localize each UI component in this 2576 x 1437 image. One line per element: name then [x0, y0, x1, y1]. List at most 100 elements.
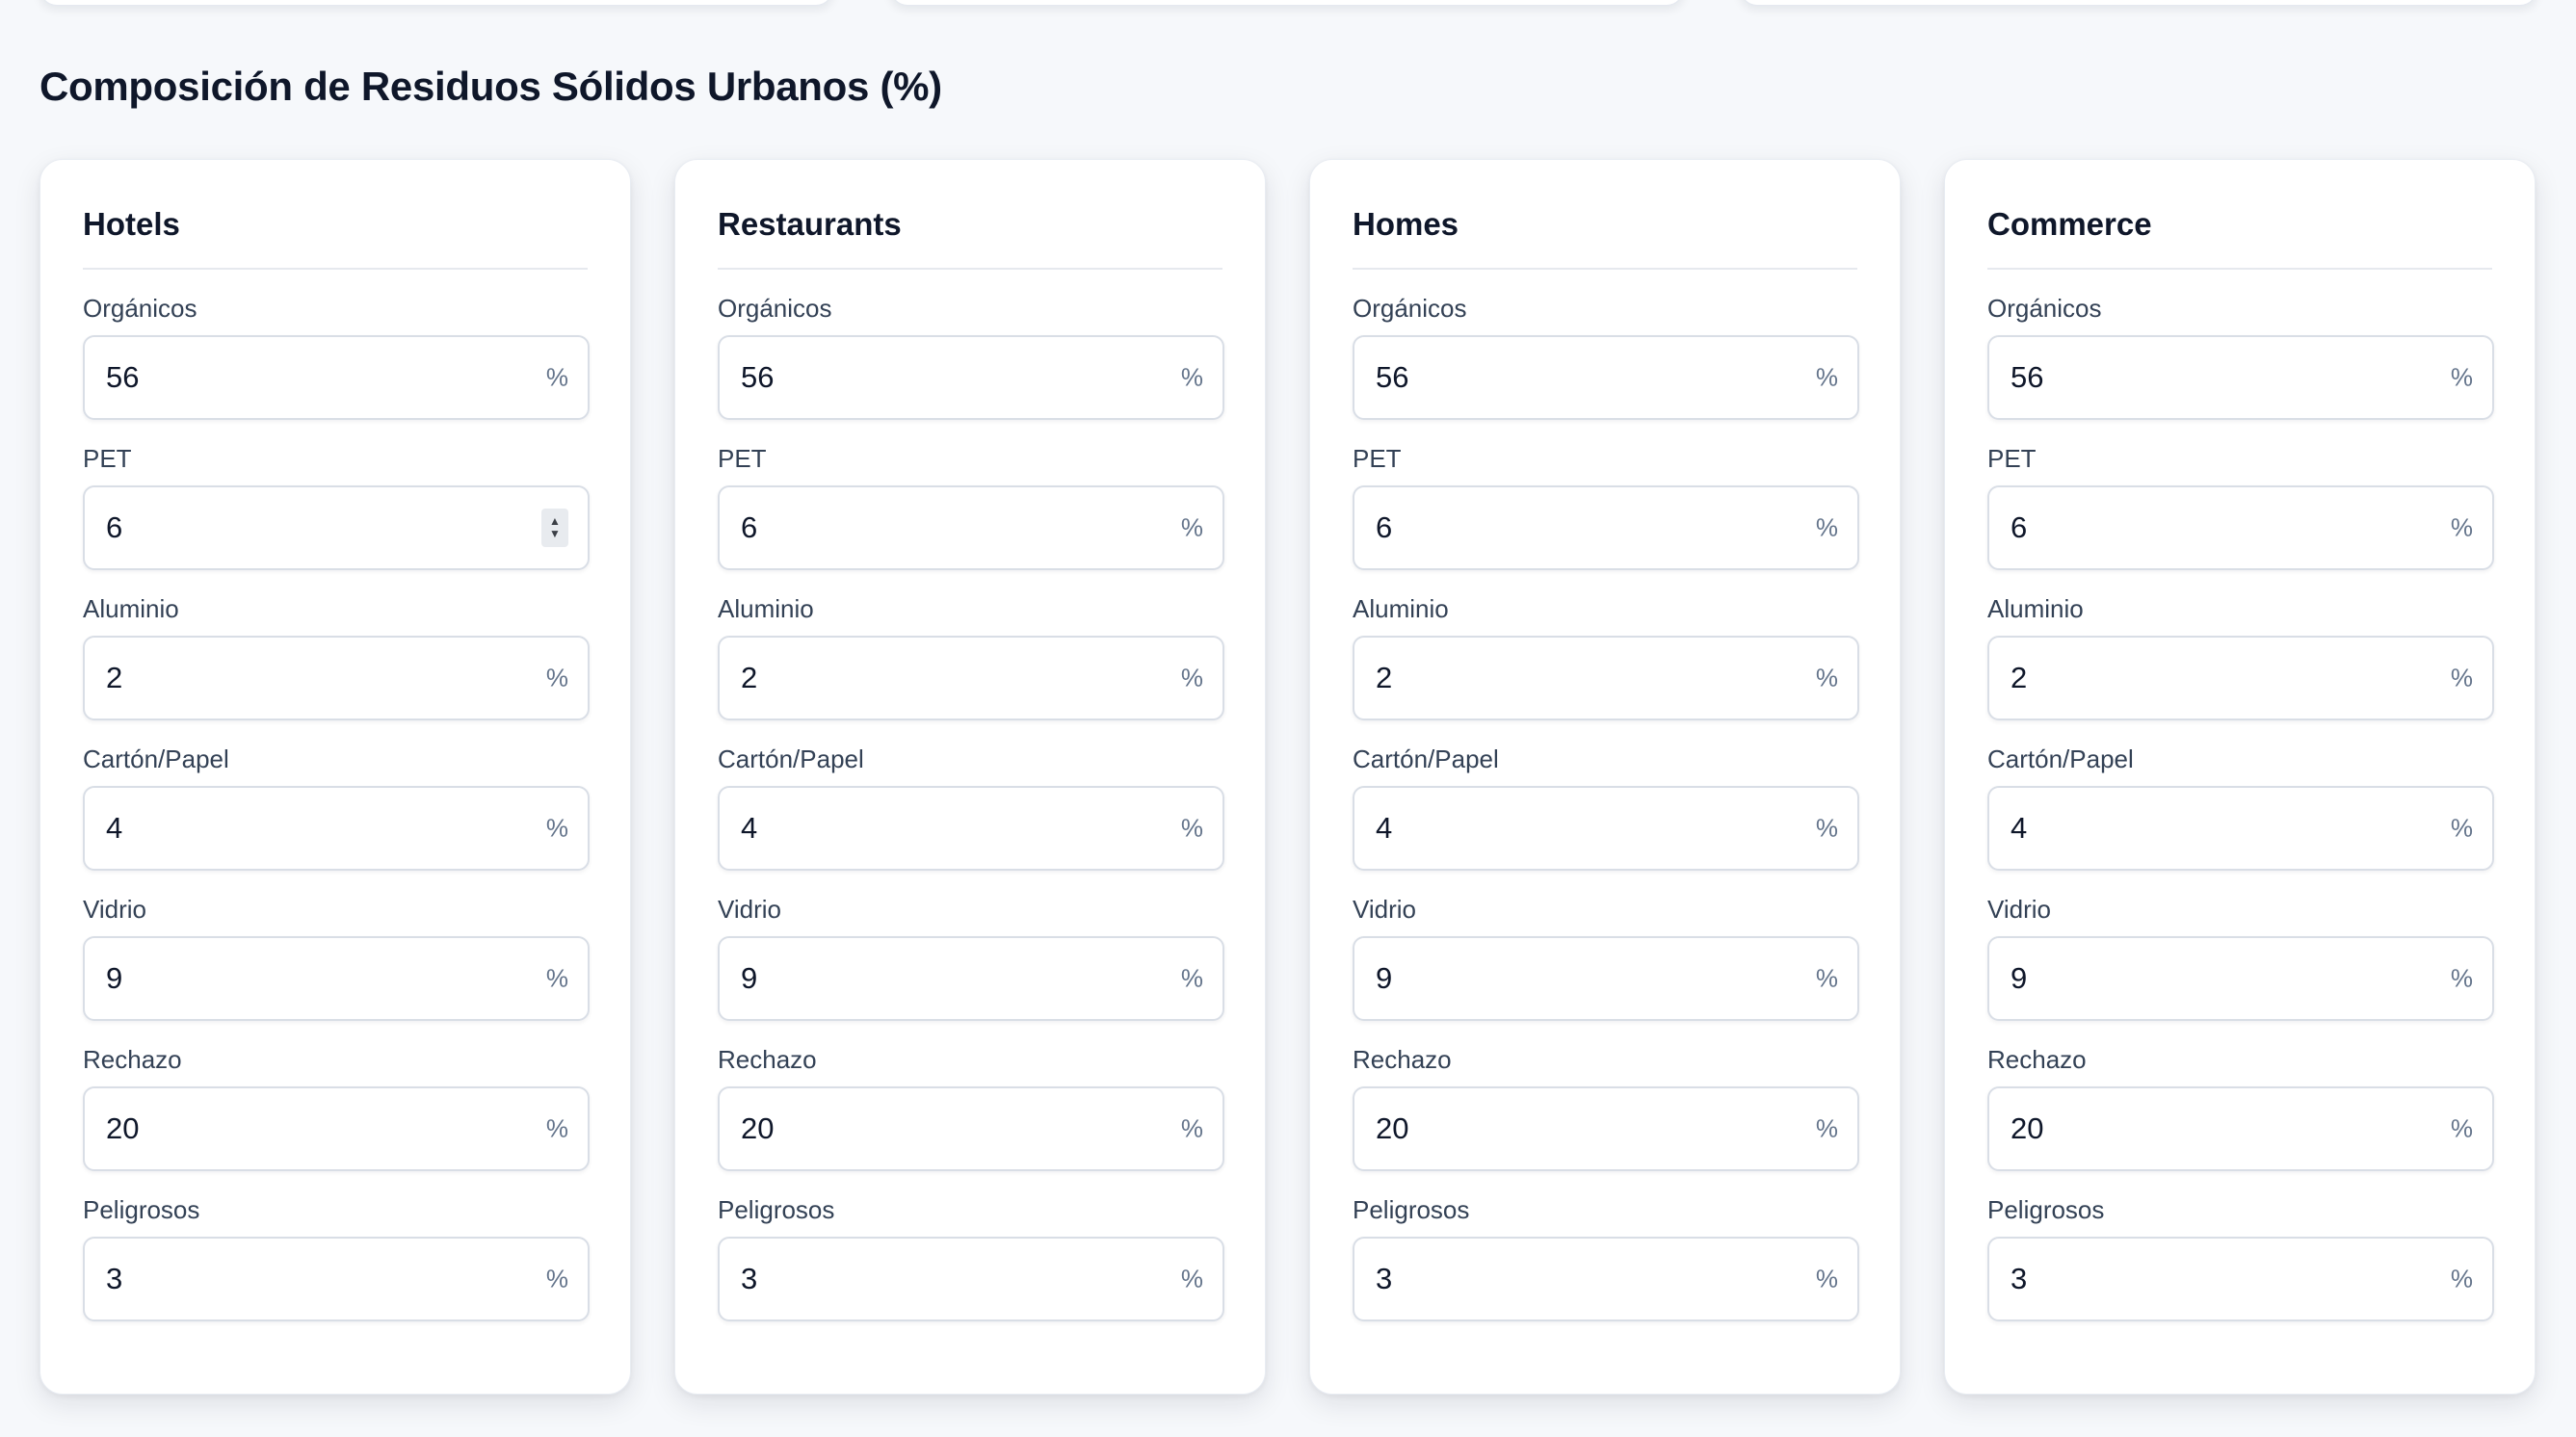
- sector-card: HomesOrgánicos%PET%Aluminio%Cartón/Papel…: [1309, 159, 1901, 1395]
- percent-input[interactable]: [720, 487, 1222, 568]
- percent-input-wrapper: %: [1987, 1086, 2494, 1171]
- field-label: Cartón/Papel: [1987, 745, 2134, 773]
- percent-input-wrapper: %: [83, 1086, 590, 1171]
- percent-input-wrapper: %: [1987, 485, 2494, 570]
- percent-input[interactable]: [720, 337, 1222, 418]
- percent-unit: %: [1815, 813, 1838, 843]
- field-label: Cartón/Papel: [83, 745, 229, 773]
- percent-input-wrapper: %: [1987, 936, 2494, 1021]
- percent-unit: %: [2450, 663, 2473, 692]
- field-label: Vidrio: [1353, 895, 1417, 924]
- field-group: Vidrio%: [718, 892, 1224, 1021]
- percent-input-wrapper: %: [1987, 335, 2494, 420]
- percent-input[interactable]: [85, 938, 588, 1019]
- percent-input[interactable]: [85, 337, 588, 418]
- field-label: Cartón/Papel: [1353, 745, 1499, 773]
- percent-input[interactable]: [1354, 938, 1857, 1019]
- percent-unit: %: [2450, 1264, 2473, 1293]
- percent-input[interactable]: [85, 638, 588, 718]
- percent-input-wrapper: %: [1353, 936, 1859, 1021]
- field-list: Orgánicos%PET%Aluminio%Cartón/Papel%Vidr…: [1353, 270, 1859, 1321]
- spinner-down-icon[interactable]: ▼: [549, 528, 561, 540]
- percent-input[interactable]: [1354, 788, 1857, 869]
- percent-input[interactable]: [1354, 487, 1857, 568]
- percent-input[interactable]: [1989, 337, 2492, 418]
- percent-input[interactable]: [85, 1088, 588, 1169]
- percent-unit: %: [2450, 1113, 2473, 1143]
- percent-input-wrapper: %: [718, 1086, 1224, 1171]
- percent-unit: %: [545, 813, 568, 843]
- percent-input[interactable]: [85, 1239, 588, 1319]
- percent-input[interactable]: [720, 1088, 1222, 1169]
- percent-input[interactable]: [1354, 638, 1857, 718]
- percent-input[interactable]: [1989, 487, 2492, 568]
- field-group: Peligrosos%: [1987, 1192, 2494, 1321]
- percent-input[interactable]: [1354, 1239, 1857, 1319]
- field-label: Vidrio: [83, 895, 147, 924]
- percent-input[interactable]: [720, 788, 1222, 869]
- card-title: Hotels: [83, 200, 588, 270]
- field-label: Aluminio: [1987, 594, 2084, 623]
- spinner-arrows-icon[interactable]: ▲ ▼: [541, 509, 568, 547]
- percent-unit: %: [2450, 362, 2473, 392]
- percent-input[interactable]: [720, 1239, 1222, 1319]
- percent-input-wrapper: %: [1353, 1237, 1859, 1321]
- percent-unit: %: [1815, 1113, 1838, 1143]
- field-group: Aluminio%: [718, 591, 1224, 720]
- composition-cards: HotelsOrgánicos%PET%▲▼Aluminio%Cartón/Pa…: [39, 159, 2537, 1395]
- field-group: Rechazo%: [83, 1042, 590, 1171]
- percent-input[interactable]: [1989, 1239, 2492, 1319]
- field-label: Orgánicos: [718, 294, 832, 323]
- field-label: PET: [718, 444, 767, 473]
- field-group: PET%: [1353, 441, 1859, 570]
- field-group: Peligrosos%: [718, 1192, 1224, 1321]
- percent-input[interactable]: [1989, 1088, 2492, 1169]
- percent-unit: %: [2450, 512, 2473, 542]
- field-label: Peligrosos: [83, 1195, 200, 1224]
- percent-input-wrapper: %: [1987, 636, 2494, 720]
- percent-input[interactable]: [1354, 337, 1857, 418]
- field-group: Aluminio%: [83, 591, 590, 720]
- percent-unit: %: [545, 663, 568, 692]
- percent-input-wrapper: %: [718, 1237, 1224, 1321]
- sector-card: Commerce Orgánicos% PET% Aluminio% Cartón/Pa…: [1944, 159, 2536, 1395]
- field-label: Orgánicos: [1353, 294, 1467, 323]
- percent-input[interactable]: [1989, 638, 2492, 718]
- percent-unit: %: [545, 963, 568, 993]
- percent-unit: %: [1815, 1264, 1838, 1293]
- field-label: Vidrio: [718, 895, 782, 924]
- percent-input-wrapper: %: [1353, 485, 1859, 570]
- field-group: PET%: [1987, 441, 2494, 570]
- percent-unit: %: [545, 1264, 568, 1293]
- field-group: Aluminio%: [1353, 591, 1859, 720]
- percent-input-wrapper: %: [718, 485, 1224, 570]
- field-list: Orgánicos%PET%Aluminio%Cartón/Papel%Vidr…: [718, 270, 1224, 1321]
- percent-input-wrapper: %: [1987, 786, 2494, 871]
- previous-card: [39, 0, 833, 6]
- percent-unit: %: [1815, 963, 1838, 993]
- percent-input[interactable]: [85, 788, 588, 869]
- percent-input-wrapper: %: [1353, 1086, 1859, 1171]
- percent-input[interactable]: [85, 487, 588, 568]
- previous-section-cards: [0, 0, 2576, 6]
- field-label: Aluminio: [718, 594, 814, 623]
- card-title: Commerce: [1987, 200, 2492, 270]
- field-label: Peligrosos: [1353, 1195, 1470, 1224]
- percent-unit: %: [1815, 362, 1838, 392]
- percent-unit: %: [1180, 512, 1203, 542]
- percent-input[interactable]: [1989, 938, 2492, 1019]
- field-label: Peligrosos: [718, 1195, 835, 1224]
- percent-input-wrapper: %: [718, 936, 1224, 1021]
- percent-input[interactable]: [720, 938, 1222, 1019]
- percent-input-wrapper: %: [83, 936, 590, 1021]
- field-label: PET: [1353, 444, 1402, 473]
- field-group: PET%: [718, 441, 1224, 570]
- percent-input[interactable]: [720, 638, 1222, 718]
- percent-input[interactable]: [1354, 1088, 1857, 1169]
- field-list: Orgánicos%PET%Aluminio%Cartón/Papel%Vidr…: [1987, 270, 2494, 1321]
- field-label: Aluminio: [1353, 594, 1449, 623]
- field-group: Orgánicos%: [1987, 291, 2494, 420]
- field-group: Orgánicos%: [718, 291, 1224, 420]
- percent-input[interactable]: [1989, 788, 2492, 869]
- percent-unit: %: [1815, 512, 1838, 542]
